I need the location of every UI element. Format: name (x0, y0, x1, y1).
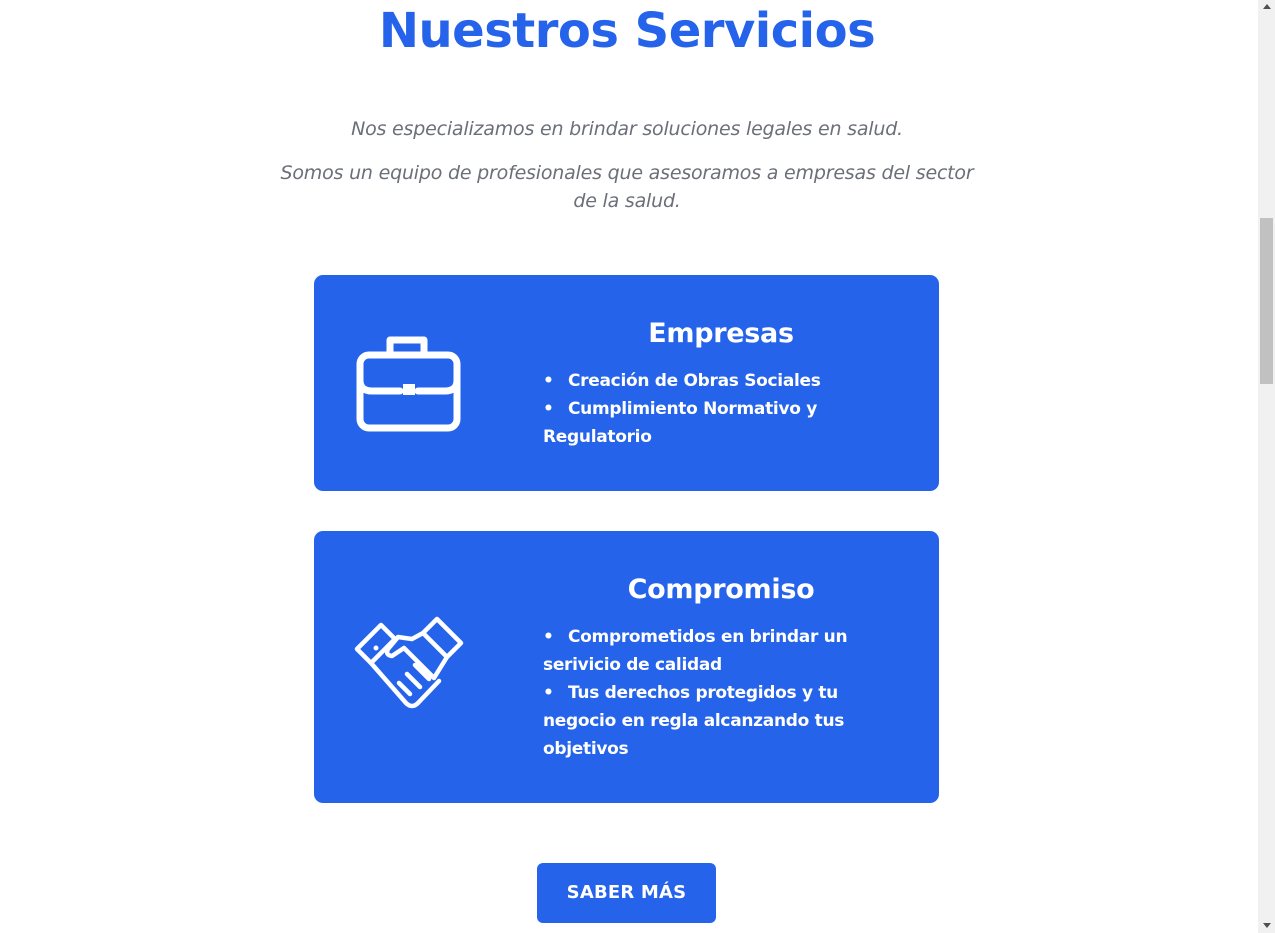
service-card-empresas: Empresas Creación de Obras Sociales Cump… (314, 275, 939, 491)
scrollbar-thumb[interactable] (1260, 218, 1273, 384)
service-list: Comprometidos en brindar un serivicio de… (543, 623, 873, 763)
vertical-scrollbar[interactable] (1258, 0, 1275, 933)
services-section: Nuestros Servicios Nos especializamos en… (0, 0, 1258, 933)
list-item: Tus derechos protegidos y tu negocio en … (543, 679, 873, 763)
scroll-up-arrow-icon[interactable] (1258, 0, 1275, 14)
intro-text-1: Nos especializamos en brindar soluciones… (351, 118, 903, 140)
list-item: Creación de Obras Sociales (543, 367, 873, 395)
briefcase-icon (354, 333, 464, 443)
service-list: Creación de Obras Sociales Cumplimiento … (543, 367, 873, 451)
page-title: Nuestros Servicios (378, 3, 876, 59)
list-item: Cumplimiento Normativo y Regulatorio (543, 395, 873, 451)
scroll-down-arrow-icon[interactable] (1258, 919, 1275, 933)
list-item: Comprometidos en brindar un serivicio de… (543, 623, 873, 679)
handshake-icon (354, 613, 464, 723)
service-title: Compromiso (627, 574, 815, 605)
service-title: Empresas (648, 318, 794, 349)
service-card-compromiso: Compromiso Comprometidos en brindar un s… (314, 531, 939, 803)
intro-text-2: Somos un equipo de profesionales que ase… (280, 162, 974, 212)
saber-mas-button[interactable]: SABER MÁS (537, 863, 716, 923)
